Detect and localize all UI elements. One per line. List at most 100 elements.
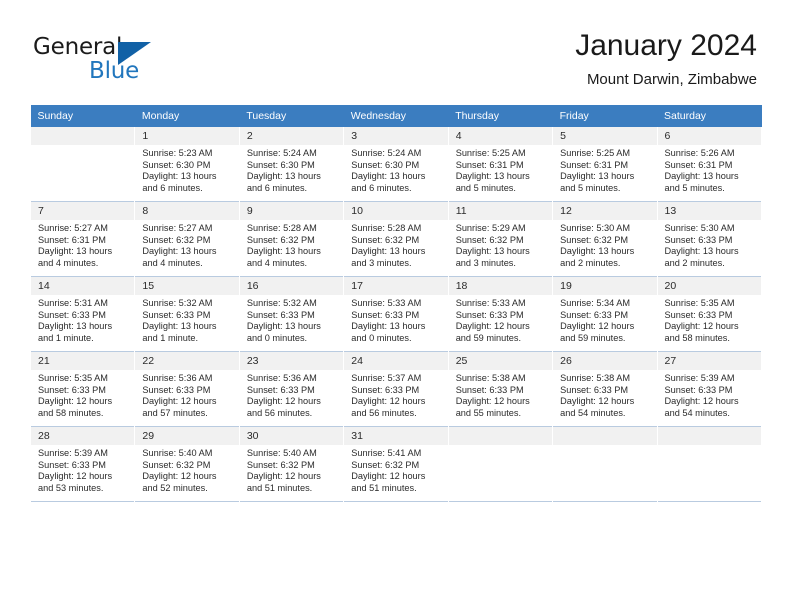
daylight-duration-line1: Daylight: 13 hours	[38, 321, 113, 332]
calendar-day-cell[interactable]: 16 Sunrise: 5:32 AM Sunset: 6:33 PM Dayligh…	[238, 276, 345, 352]
calendar-week-row: 28 Sunrise: 5:39 AM Sunset: 6:33 PM Dayligh…	[29, 426, 763, 502]
sunrise-time: Sunrise: 5:36 AM	[246, 373, 317, 383]
daylight-duration-line1: Daylight: 13 hours	[560, 171, 635, 182]
calendar-day-cell[interactable]: 14 Sunrise: 5:31 AM Sunset: 6:33 PM Dayligh…	[29, 276, 136, 352]
sunrise-time: Sunrise: 5:39 AM	[38, 448, 108, 458]
daylight-duration-line1: Daylight: 12 hours	[455, 321, 530, 332]
day-number: 1	[135, 127, 239, 145]
calendar-page: General Blue January 2024 Mount Darwin, …	[0, 0, 792, 612]
calendar-week-row: 21 Sunrise: 5:35 AM Sunset: 6:33 PM Dayligh…	[29, 351, 763, 427]
calendar-day-cell[interactable]: 12 Sunrise: 5:30 AM Sunset: 6:32 PM Dayligh…	[552, 201, 658, 277]
day-cell-inner: 29 Sunrise: 5:40 AM Sunset: 6:32 PM Dayligh…	[135, 427, 239, 501]
day-cell-inner: 31 Sunrise: 5:41 AM Sunset: 6:32 PM Dayligh…	[344, 427, 448, 501]
calendar-day-cell[interactable]: 20 Sunrise: 5:35 AM Sunset: 6:33 PM Dayligh…	[656, 276, 763, 352]
title-block: January 2024 Mount Darwin, Zimbabwe	[575, 28, 757, 89]
calendar-day-cell[interactable]: 26 Sunrise: 5:38 AM Sunset: 6:33 PM Dayligh…	[552, 351, 658, 427]
day-details: Sunrise: 5:30 AM Sunset: 6:32 PM Daylight:…	[553, 220, 656, 269]
day-number: 28	[31, 427, 135, 445]
calendar-day-cell[interactable]: 22 Sunrise: 5:36 AM Sunset: 6:33 PM Dayligh…	[134, 351, 240, 427]
calendar-day-cell[interactable]: 2 Sunrise: 5:24 AM Sunset: 6:30 PM Daylight…	[238, 127, 345, 202]
calendar-day-cell[interactable]: 9 Sunrise: 5:28 AM Sunset: 6:32 PM Daylight…	[238, 201, 345, 277]
calendar-day-cell[interactable]: 10 Sunrise: 5:28 AM Sunset: 6:32 PM Dayligh…	[343, 201, 449, 277]
calendar-day-cell[interactable]: 17 Sunrise: 5:33 AM Sunset: 6:33 PM Dayligh…	[343, 276, 449, 352]
day-cell-inner: 15 Sunrise: 5:32 AM Sunset: 6:33 PM Dayligh…	[135, 277, 239, 351]
sunset-time: Sunset: 6:33 PM	[38, 459, 106, 470]
day-cell-inner: 10 Sunrise: 5:28 AM Sunset: 6:32 PM Dayligh…	[344, 202, 448, 276]
day-number: 19	[553, 277, 657, 295]
calendar-day-cell[interactable]: 27 Sunrise: 5:39 AM Sunset: 6:33 PM Dayligh…	[656, 351, 763, 427]
day-number: 4	[448, 127, 553, 145]
calendar-header-row: Sunday Monday Tuesday Wednesday Thursday…	[30, 105, 762, 127]
calendar-day-cell[interactable]: 5 Sunrise: 5:25 AM Sunset: 6:31 PM Daylight…	[552, 127, 658, 202]
calendar-day-cell[interactable]: 15 Sunrise: 5:32 AM Sunset: 6:33 PM Dayligh…	[134, 276, 240, 352]
day-cell-inner: 21 Sunrise: 5:35 AM Sunset: 6:33 PM Dayligh…	[31, 352, 135, 426]
weekday-header-thursday: Thursday	[448, 105, 553, 127]
day-details: Sunrise: 5:31 AM Sunset: 6:33 PM Daylight:…	[31, 295, 134, 344]
sunset-time: Sunset: 6:31 PM	[664, 159, 733, 170]
daylight-duration-line1: Daylight: 13 hours	[351, 321, 426, 332]
calendar-day-cell[interactable]: 1 Sunrise: 5:23 AM Sunset: 6:30 PM Daylight…	[134, 127, 240, 202]
calendar-day-cell[interactable]: 29 Sunrise: 5:40 AM Sunset: 6:32 PM Dayligh…	[134, 426, 240, 502]
day-number: 23	[239, 352, 344, 370]
calendar-day-cell[interactable]: 25 Sunrise: 5:38 AM Sunset: 6:33 PM Dayligh…	[447, 351, 554, 427]
calendar-week-row: 1 Sunrise: 5:23 AM Sunset: 6:30 PM Daylight…	[29, 127, 763, 202]
sunrise-time: Sunrise: 5:25 AM	[560, 148, 631, 158]
day-number	[31, 127, 135, 145]
day-details: Sunrise: 5:33 AM Sunset: 6:33 PM Daylight:…	[344, 295, 447, 344]
sunset-time: Sunset: 6:32 PM	[351, 459, 420, 470]
page-header: General Blue January 2024 Mount Darwin, …	[0, 0, 792, 104]
calendar-day-cell[interactable]: 13 Sunrise: 5:30 AM Sunset: 6:33 PM Dayligh…	[656, 201, 763, 277]
logo-text-general: General	[33, 34, 123, 60]
calendar-day-cell[interactable]: 31 Sunrise: 5:41 AM Sunset: 6:32 PM Dayligh…	[343, 426, 449, 502]
calendar-day-cell[interactable]: 6 Sunrise: 5:26 AM Sunset: 6:31 PM Daylight…	[656, 127, 763, 202]
weekday-header-wednesday: Wednesday	[343, 105, 449, 127]
calendar-day-cell[interactable]: 8 Sunrise: 5:27 AM Sunset: 6:32 PM Daylight…	[134, 201, 240, 277]
logo-text-blue: Blue	[89, 58, 140, 84]
sunset-time: Sunset: 6:32 PM	[560, 234, 629, 245]
calendar-day-cell[interactable]: 21 Sunrise: 5:35 AM Sunset: 6:33 PM Dayligh…	[29, 351, 136, 427]
day-cell-inner: 25 Sunrise: 5:38 AM Sunset: 6:33 PM Dayligh…	[448, 352, 553, 426]
day-details: Sunrise: 5:36 AM Sunset: 6:33 PM Daylight:…	[135, 370, 238, 419]
day-details: Sunrise: 5:32 AM Sunset: 6:33 PM Daylight:…	[135, 295, 238, 344]
sunset-time: Sunset: 6:32 PM	[246, 234, 315, 245]
calendar-day-cell[interactable]: 7 Sunrise: 5:27 AM Sunset: 6:31 PM Daylight…	[29, 201, 136, 277]
day-number: 5	[553, 127, 657, 145]
day-number: 3	[344, 127, 448, 145]
daylight-duration-line1: Daylight: 13 hours	[246, 171, 321, 182]
calendar-empty-cell	[29, 127, 136, 202]
calendar-day-cell[interactable]: 4 Sunrise: 5:25 AM Sunset: 6:31 PM Daylight…	[447, 127, 554, 202]
day-details: Sunrise: 5:35 AM Sunset: 6:33 PM Daylight:…	[658, 295, 761, 344]
day-number	[448, 427, 553, 445]
daylight-duration-line1: Daylight: 12 hours	[351, 471, 426, 482]
calendar-body: 1 Sunrise: 5:23 AM Sunset: 6:30 PM Daylight…	[29, 127, 763, 502]
day-cell-inner: 18 Sunrise: 5:33 AM Sunset: 6:33 PM Dayligh…	[448, 277, 553, 351]
day-details: Sunrise: 5:30 AM Sunset: 6:33 PM Daylight:…	[658, 220, 761, 269]
calendar-week-row: 7 Sunrise: 5:27 AM Sunset: 6:31 PM Daylight…	[29, 201, 763, 277]
weekday-header-sunday: Sunday	[30, 105, 135, 127]
day-number: 10	[344, 202, 448, 220]
sunrise-time: Sunrise: 5:34 AM	[560, 298, 631, 308]
day-number: 29	[135, 427, 239, 445]
calendar-day-cell[interactable]: 30 Sunrise: 5:40 AM Sunset: 6:32 PM Dayligh…	[238, 426, 345, 502]
daylight-duration-line2: and 52 minutes.	[142, 482, 208, 493]
day-details: Sunrise: 5:27 AM Sunset: 6:31 PM Daylight:…	[31, 220, 134, 269]
calendar-empty-cell	[447, 426, 554, 502]
general-blue-logo[interactable]: General Blue	[33, 34, 183, 86]
day-number: 7	[31, 202, 135, 220]
daylight-duration-line1: Daylight: 13 hours	[664, 246, 739, 257]
day-details: Sunrise: 5:28 AM Sunset: 6:32 PM Daylight:…	[240, 220, 343, 269]
calendar-day-cell[interactable]: 19 Sunrise: 5:34 AM Sunset: 6:33 PM Dayligh…	[552, 276, 658, 352]
calendar-day-cell[interactable]: 18 Sunrise: 5:33 AM Sunset: 6:33 PM Dayligh…	[447, 276, 554, 352]
calendar-day-cell[interactable]: 28 Sunrise: 5:39 AM Sunset: 6:33 PM Dayligh…	[29, 426, 136, 502]
weekday-header-friday: Friday	[552, 105, 658, 127]
day-cell-inner: 19 Sunrise: 5:34 AM Sunset: 6:33 PM Dayligh…	[553, 277, 657, 351]
daylight-duration-line1: Daylight: 12 hours	[560, 396, 635, 407]
daylight-duration-line2: and 4 minutes.	[142, 257, 203, 268]
calendar-day-cell[interactable]: 24 Sunrise: 5:37 AM Sunset: 6:33 PM Dayligh…	[343, 351, 449, 427]
day-details: Sunrise: 5:24 AM Sunset: 6:30 PM Daylight:…	[240, 145, 343, 194]
calendar-day-cell[interactable]: 3 Sunrise: 5:24 AM Sunset: 6:30 PM Daylight…	[343, 127, 449, 202]
calendar-day-cell[interactable]: 11 Sunrise: 5:29 AM Sunset: 6:32 PM Dayligh…	[447, 201, 554, 277]
sunset-time: Sunset: 6:30 PM	[246, 159, 315, 170]
calendar-day-cell[interactable]: 23 Sunrise: 5:36 AM Sunset: 6:33 PM Dayligh…	[238, 351, 345, 427]
day-number: 20	[657, 277, 761, 295]
